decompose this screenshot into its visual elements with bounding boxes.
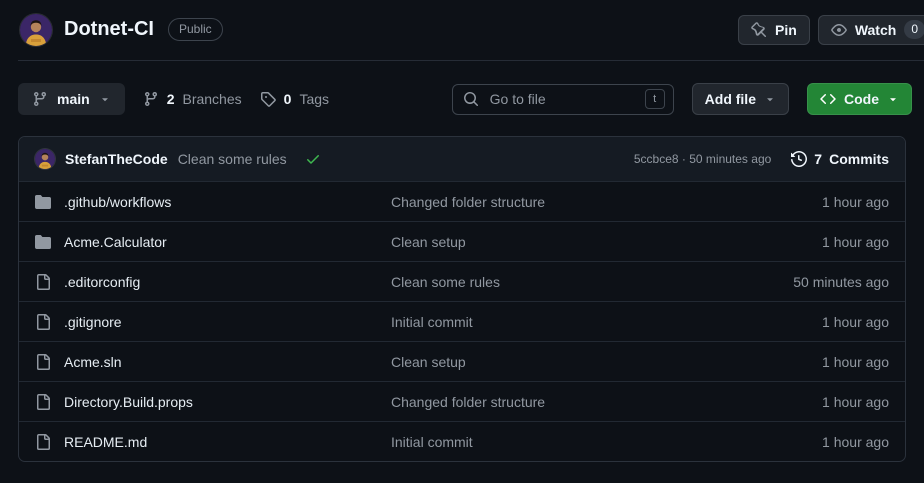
- file-name-cell: .gitignore: [35, 314, 391, 330]
- row-commit-age-link[interactable]: 1 hour ago: [822, 314, 889, 330]
- branches-label: Branches: [182, 91, 241, 107]
- branches-count: 2: [167, 91, 175, 107]
- avatar-image: [20, 14, 52, 46]
- row-commit-age-link[interactable]: 1 hour ago: [822, 394, 889, 410]
- tags-count: 0: [284, 91, 292, 107]
- latest-commit-info: StefanTheCode Clean some rules: [35, 149, 321, 169]
- file-row: .editorconfig Clean some rules50 minutes …: [19, 261, 905, 301]
- file-icon: [35, 434, 51, 450]
- commit-sha-time[interactable]: 5ccbce8 · 50 minutes ago: [634, 152, 771, 166]
- commits-count: 7: [814, 151, 822, 167]
- repo-title-group: Dotnet-CI Public: [20, 14, 223, 46]
- file-name-link[interactable]: .github/workflows: [64, 194, 171, 210]
- current-branch-label: main: [57, 91, 90, 107]
- row-commit-age-link[interactable]: 1 hour ago: [822, 234, 889, 250]
- git-branch-icon: [32, 91, 48, 107]
- visibility-badge: Public: [168, 18, 223, 41]
- triangle-down-icon: [99, 93, 111, 105]
- file-name-link[interactable]: Acme.sln: [64, 354, 122, 370]
- tags-link[interactable]: 0 Tags: [260, 91, 329, 107]
- file-name-link[interactable]: .gitignore: [64, 314, 122, 330]
- file-name-cell: .editorconfig: [35, 274, 391, 290]
- branch-selector[interactable]: main: [18, 83, 125, 115]
- latest-commit-bar: StefanTheCode Clean some rules 5ccbce8 ·…: [19, 137, 905, 181]
- search-icon: [463, 91, 479, 107]
- search-input[interactable]: [488, 90, 636, 108]
- branches-link[interactable]: 2 Branches: [143, 91, 242, 107]
- add-file-label: Add file: [705, 91, 756, 107]
- go-to-file-search[interactable]: t: [452, 84, 674, 115]
- triangle-down-icon: [887, 93, 899, 105]
- code-icon: [820, 91, 836, 107]
- repo-header: Dotnet-CI Public Pin Watch 0: [0, 0, 924, 60]
- avatar-image: [35, 149, 55, 169]
- check-icon[interactable]: [305, 151, 321, 167]
- folder-icon: [35, 234, 51, 250]
- history-icon: [791, 151, 807, 167]
- file-row: Directory.Build.props Changed folder stru…: [19, 381, 905, 421]
- header-divider: [18, 60, 924, 61]
- file-table: StefanTheCode Clean some rules 5ccbce8 ·…: [18, 136, 906, 462]
- pin-button-label: Pin: [775, 22, 797, 38]
- pin-icon: [751, 22, 767, 38]
- row-commit-message-link[interactable]: Initial commit: [391, 314, 822, 330]
- row-commit-age-link[interactable]: 1 hour ago: [822, 434, 889, 450]
- triangle-down-icon: [764, 93, 776, 105]
- row-commit-message-link[interactable]: Clean setup: [391, 234, 822, 250]
- add-file-button[interactable]: Add file: [692, 83, 789, 115]
- row-commit-message-link[interactable]: Clean setup: [391, 354, 822, 370]
- watch-button[interactable]: Watch 0: [818, 15, 924, 45]
- file-icon: [35, 314, 51, 330]
- eye-icon: [831, 22, 847, 38]
- file-row: Acme.sln Clean setup1 hour ago: [19, 341, 905, 381]
- commit-author-link[interactable]: StefanTheCode: [65, 151, 168, 167]
- file-name-cell: Acme.Calculator: [35, 234, 391, 250]
- file-name-link[interactable]: Acme.Calculator: [64, 234, 167, 250]
- git-branch-icon: [143, 91, 159, 107]
- file-name-cell: README.md: [35, 434, 391, 450]
- pin-button[interactable]: Pin: [738, 15, 810, 45]
- file-row: .github/workflows Changed folder structur…: [19, 181, 905, 221]
- watch-count-badge: 0: [904, 20, 924, 39]
- tags-label: Tags: [299, 91, 329, 107]
- commit-author-avatar[interactable]: [35, 149, 55, 169]
- search-key-hint: t: [645, 89, 665, 109]
- commit-message-link[interactable]: Clean some rules: [178, 151, 287, 167]
- repo-owner-avatar[interactable]: [20, 14, 52, 46]
- latest-commit-meta: 5ccbce8 · 50 minutes ago 7 Commits: [634, 151, 889, 167]
- file-list: .github/workflows Changed folder structur…: [19, 181, 905, 461]
- file-icon: [35, 394, 51, 410]
- folder-icon: [35, 194, 51, 210]
- file-name-link[interactable]: .editorconfig: [64, 274, 140, 290]
- file-name-cell: .github/workflows: [35, 194, 391, 210]
- row-commit-age-link[interactable]: 1 hour ago: [822, 194, 889, 210]
- file-name-cell: Acme.sln: [35, 354, 391, 370]
- file-name-link[interactable]: Directory.Build.props: [64, 394, 193, 410]
- row-commit-age-link[interactable]: 50 minutes ago: [793, 274, 889, 290]
- row-commit-message-link[interactable]: Initial commit: [391, 434, 822, 450]
- file-row: .gitignore Initial commit1 hour ago: [19, 301, 905, 341]
- watch-button-label: Watch: [855, 22, 896, 38]
- file-row: README.md Initial commit1 hour ago: [19, 421, 905, 461]
- file-icon: [35, 354, 51, 370]
- commits-label: Commits: [829, 151, 889, 167]
- commit-history-link[interactable]: 7 Commits: [791, 151, 889, 167]
- repo-toolbar: main 2 Branches 0 Tags t Add file Code: [18, 83, 912, 115]
- row-commit-age-link[interactable]: 1 hour ago: [822, 354, 889, 370]
- file-name-cell: Directory.Build.props: [35, 394, 391, 410]
- row-commit-message-link[interactable]: Changed folder structure: [391, 194, 822, 210]
- repo-name[interactable]: Dotnet-CI: [64, 18, 154, 41]
- file-icon: [35, 274, 51, 290]
- tag-icon: [260, 91, 276, 107]
- code-button-label: Code: [844, 91, 879, 107]
- row-commit-message-link[interactable]: Clean some rules: [391, 274, 793, 290]
- code-button[interactable]: Code: [807, 83, 912, 115]
- repo-header-actions: Pin Watch 0: [738, 15, 924, 45]
- row-commit-message-link[interactable]: Changed folder structure: [391, 394, 822, 410]
- file-name-link[interactable]: README.md: [64, 434, 147, 450]
- file-row: Acme.Calculator Clean setup1 hour ago: [19, 221, 905, 261]
